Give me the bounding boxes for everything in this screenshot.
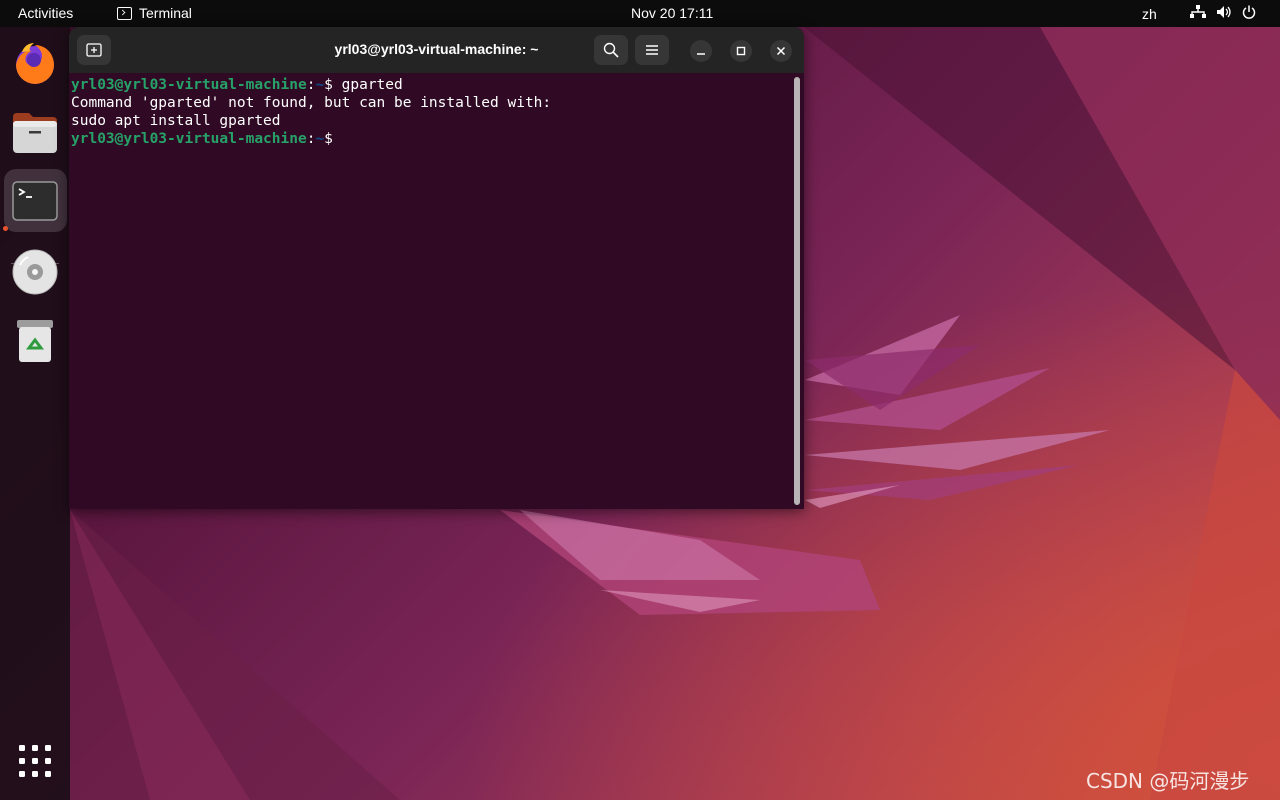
prompt-symbol: $ bbox=[324, 77, 333, 93]
app-grid-icon bbox=[19, 745, 51, 777]
terminal-output[interactable]: yrl03@yrl03-virtual-machine:~$ gparted C… bbox=[69, 73, 804, 509]
maximize-button[interactable] bbox=[730, 40, 752, 62]
firefox-icon bbox=[16, 43, 54, 84]
dock bbox=[0, 27, 70, 800]
clock[interactable]: Nov 20 17:11 bbox=[631, 5, 713, 21]
minimize-icon bbox=[697, 53, 705, 55]
terminal-window[interactable]: yrl03@yrl03-virtual-machine: ~ yrl03@yrl… bbox=[69, 27, 804, 509]
show-applications-button[interactable] bbox=[4, 730, 67, 793]
search-icon bbox=[603, 42, 619, 58]
watermark: CSDN @码河漫步 bbox=[1086, 769, 1250, 793]
network-wired-icon bbox=[1190, 5, 1206, 18]
dock-item-disc[interactable] bbox=[4, 240, 67, 303]
hamburger-menu-icon bbox=[646, 45, 658, 55]
close-button[interactable] bbox=[770, 40, 792, 62]
prompt-user: yrl03@yrl03-virtual-machine bbox=[71, 77, 307, 93]
minimize-button[interactable] bbox=[690, 40, 712, 62]
files-icon bbox=[13, 113, 57, 153]
volume-icon bbox=[1217, 6, 1231, 18]
terminal-app-icon bbox=[117, 6, 132, 20]
trash-icon bbox=[17, 320, 53, 362]
activities-button[interactable]: Activities bbox=[18, 5, 73, 21]
dock-item-files[interactable] bbox=[4, 101, 67, 164]
close-icon bbox=[776, 46, 786, 56]
terminal-line: sudo apt install gparted bbox=[71, 113, 281, 129]
prompt-path: ~ bbox=[315, 77, 325, 93]
running-indicator bbox=[3, 226, 8, 231]
app-menu-label: Terminal bbox=[139, 5, 192, 21]
terminal-scrollbar[interactable] bbox=[794, 77, 800, 505]
dock-item-trash[interactable] bbox=[4, 308, 67, 371]
menu-button[interactable] bbox=[635, 35, 669, 65]
search-button[interactable] bbox=[594, 35, 628, 65]
command-text: gparted bbox=[332, 77, 403, 93]
terminal-line: yrl03@yrl03-virtual-machine:~$ gparted bbox=[71, 76, 802, 94]
power-icon bbox=[1242, 5, 1256, 19]
dock-item-terminal[interactable] bbox=[4, 169, 67, 232]
prompt-user: yrl03@yrl03-virtual-machine bbox=[71, 131, 307, 147]
prompt-path: ~ bbox=[315, 131, 325, 147]
dock-item-firefox[interactable] bbox=[4, 32, 67, 95]
terminal-line: Command 'gparted' not found, but can be … bbox=[71, 95, 552, 111]
terminal-icon bbox=[12, 181, 58, 221]
terminal-headerbar[interactable]: yrl03@yrl03-virtual-machine: ~ bbox=[69, 27, 804, 73]
system-menu[interactable] bbox=[1190, 5, 1256, 19]
terminal-line: yrl03@yrl03-virtual-machine:~$ bbox=[71, 130, 802, 148]
top-bar: Activities Terminal Nov 20 17:11 zh bbox=[0, 0, 1280, 27]
maximize-icon bbox=[736, 46, 746, 56]
prompt-symbol: $ bbox=[324, 131, 333, 147]
app-menu[interactable]: Terminal bbox=[117, 5, 192, 21]
input-language-indicator[interactable]: zh bbox=[1142, 6, 1157, 22]
optical-disc-icon bbox=[12, 249, 58, 295]
